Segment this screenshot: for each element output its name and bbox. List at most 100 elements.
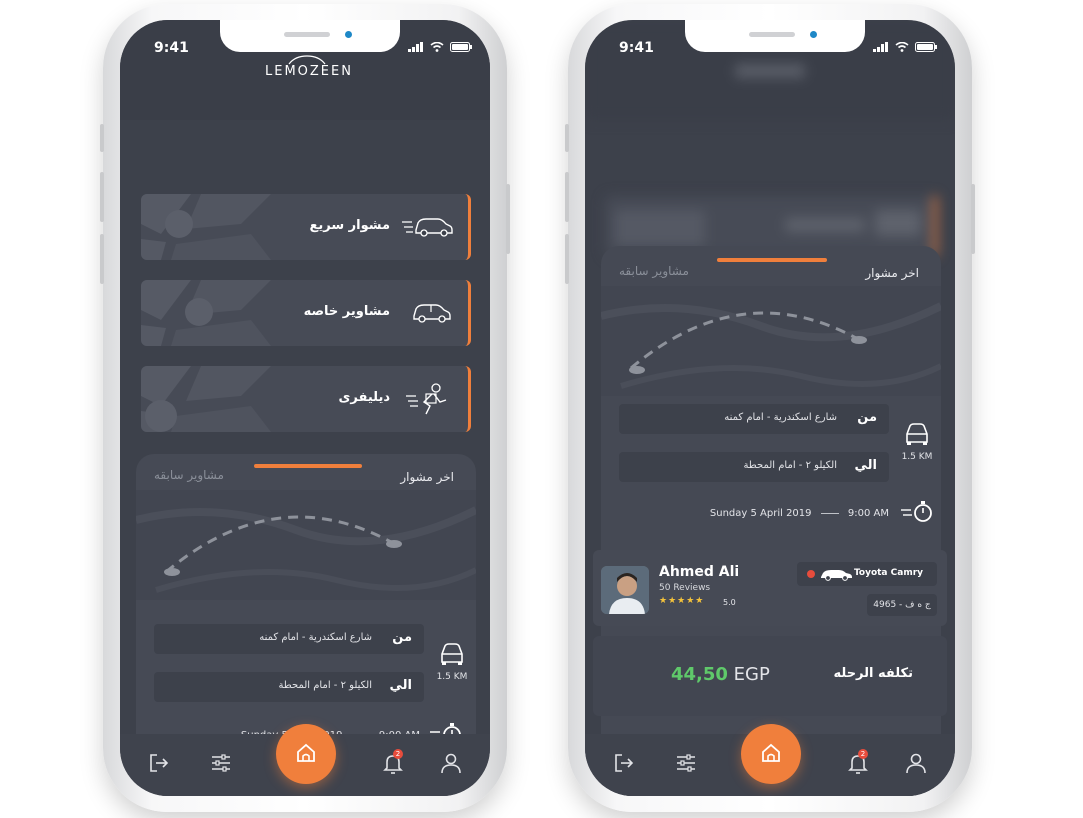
- tab-previous-trips[interactable]: مشاوير سابقه: [619, 264, 689, 278]
- route-path-icon: [136, 506, 476, 593]
- signal-icon: [873, 42, 888, 52]
- status-icons: [873, 42, 937, 52]
- tab-last-trip[interactable]: اخر مشوار: [865, 266, 919, 280]
- wifi-icon: [430, 42, 444, 52]
- volume-down-button: [565, 234, 569, 284]
- to-value: الكيلو ٢ - امام المحطة: [278, 680, 372, 691]
- fare-amount: 44,50 EGP: [671, 664, 770, 685]
- home-button[interactable]: [741, 724, 801, 784]
- driver-avatar: [601, 566, 649, 614]
- notifications-button[interactable]: 2: [847, 749, 869, 778]
- datetime-separator: [820, 512, 839, 514]
- fare-card: تكلفه الرحله 44,50 EGP: [593, 636, 947, 716]
- car-color-dot: [807, 570, 815, 578]
- trip-date: Sunday 5 April 2019: [709, 508, 812, 519]
- app-logo: LEMOZEEN: [265, 55, 353, 79]
- from-field[interactable]: من شارع اسكندرية - امام كمنه: [154, 624, 424, 654]
- battery-icon: [450, 42, 472, 52]
- service-card-fast-trip[interactable]: مشوار سريع: [141, 194, 471, 260]
- home-icon: [297, 743, 315, 762]
- from-label: من: [857, 410, 877, 425]
- notch: [685, 20, 865, 52]
- status-time: 9:41: [154, 40, 189, 56]
- to-label: الي: [854, 458, 878, 473]
- service-label-fast-trip: مشوار سريع: [309, 218, 390, 233]
- driver-name: Ahmed Ali: [659, 564, 740, 580]
- trip-distance: 1.5 KM: [430, 642, 474, 682]
- logout-icon[interactable]: [148, 752, 170, 774]
- car-plate: ج ه ف - 4965: [867, 594, 937, 616]
- service-card-delivery[interactable]: ديليفرى: [141, 366, 471, 432]
- service-label-private-trips: مشاوير خاصه: [303, 304, 390, 319]
- route-map[interactable]: [601, 286, 941, 396]
- car-front-icon: [441, 643, 463, 665]
- wifi-icon: [895, 42, 909, 52]
- mute-switch: [100, 124, 104, 152]
- to-label: الي: [389, 678, 413, 693]
- screen-trip-details: 9:41 اخر مشوار مشاوير سابقه من شارع اسكن…: [585, 20, 955, 796]
- sedan-icon: [821, 570, 852, 581]
- trip-distance: 1.5 KM: [895, 422, 939, 462]
- home-icon: [762, 743, 780, 762]
- fare-value: 44,50: [671, 664, 728, 685]
- driver-reviews: 50 Reviews: [659, 583, 711, 593]
- stopwatch-icon: [901, 501, 932, 522]
- signal-icon: [408, 42, 423, 52]
- logo-text: LEMOZEEN: [265, 64, 353, 79]
- trip-time: 9:00 AM: [847, 508, 889, 519]
- from-field[interactable]: من شارع اسكندرية - امام كمنه: [619, 404, 889, 434]
- profile-icon[interactable]: [905, 752, 927, 774]
- volume-down-button: [100, 234, 104, 284]
- to-field[interactable]: الي الكيلو ٢ - امام المحطة: [619, 452, 889, 482]
- sheet-handle[interactable]: [717, 258, 827, 262]
- sheet-handle[interactable]: [254, 464, 362, 468]
- service-label-delivery: ديليفرى: [338, 390, 390, 405]
- fast-car-icon: [402, 218, 453, 237]
- service-card-private-trips[interactable]: مشاوير خاصه: [141, 280, 471, 346]
- logout-icon[interactable]: [613, 752, 635, 774]
- route-path-icon: [601, 302, 941, 389]
- phone-right: 9:41 اخر مشوار مشاوير سابقه من شارع اسكن…: [565, 4, 975, 812]
- volume-up-button: [100, 172, 104, 222]
- bottom-navbar: 2: [585, 724, 955, 796]
- last-trip-sheet: اخر مشوار مشاوير سابقه من شارع اسكندرية …: [136, 454, 476, 754]
- to-value: الكيلو ٢ - امام المحطة: [743, 460, 837, 471]
- car-icon: [413, 304, 451, 323]
- map-pattern-icon: [141, 366, 271, 432]
- notification-badge: 2: [393, 749, 403, 759]
- filter-icon[interactable]: [675, 752, 697, 774]
- power-button: [971, 184, 975, 254]
- delivery-icon: [406, 383, 447, 415]
- notification-badge: 2: [858, 749, 868, 759]
- phone-left: 9:41 LEMOZEEN مشوار سريع مشاوير خاصه ديل…: [100, 4, 510, 812]
- map-pattern-icon: [141, 280, 271, 346]
- distance-value: 1.5 KM: [436, 672, 468, 682]
- screen-home: 9:41 LEMOZEEN مشوار سريع مشاوير خاصه ديل…: [120, 20, 490, 796]
- power-button: [506, 184, 510, 254]
- home-button[interactable]: [276, 724, 336, 784]
- rating-value: 5.0: [723, 598, 736, 607]
- from-value: شارع اسكندرية - امام كمنه: [259, 632, 372, 643]
- from-value: شارع اسكندرية - امام كمنه: [724, 412, 837, 423]
- to-field[interactable]: الي الكيلو ٢ - امام المحطة: [154, 672, 424, 702]
- bottom-navbar: 2: [120, 724, 490, 796]
- distance-value: 1.5 KM: [901, 452, 933, 462]
- route-map[interactable]: [136, 490, 476, 600]
- person-avatar-icon: [601, 566, 649, 614]
- filter-icon[interactable]: [210, 752, 232, 774]
- fare-label: تكلفه الرحله: [833, 666, 914, 681]
- tab-last-trip[interactable]: اخر مشوار: [400, 470, 454, 484]
- car-model: Toyota Camry: [853, 568, 923, 578]
- map-pattern-icon: [141, 194, 271, 260]
- volume-up-button: [565, 172, 569, 222]
- logo-car-icon: [288, 55, 326, 65]
- mute-switch: [565, 124, 569, 152]
- driver-card[interactable]: Ahmed Ali 50 Reviews ★★★★★ 5.0 Toyota Ca…: [593, 550, 947, 626]
- profile-icon[interactable]: [440, 752, 462, 774]
- fare-currency: EGP: [733, 664, 770, 685]
- status-time: 9:41: [619, 40, 654, 56]
- tab-previous-trips[interactable]: مشاوير سابقه: [154, 468, 224, 482]
- notifications-button[interactable]: 2: [382, 749, 404, 778]
- status-icons: [408, 42, 472, 52]
- car-front-icon: [906, 423, 928, 445]
